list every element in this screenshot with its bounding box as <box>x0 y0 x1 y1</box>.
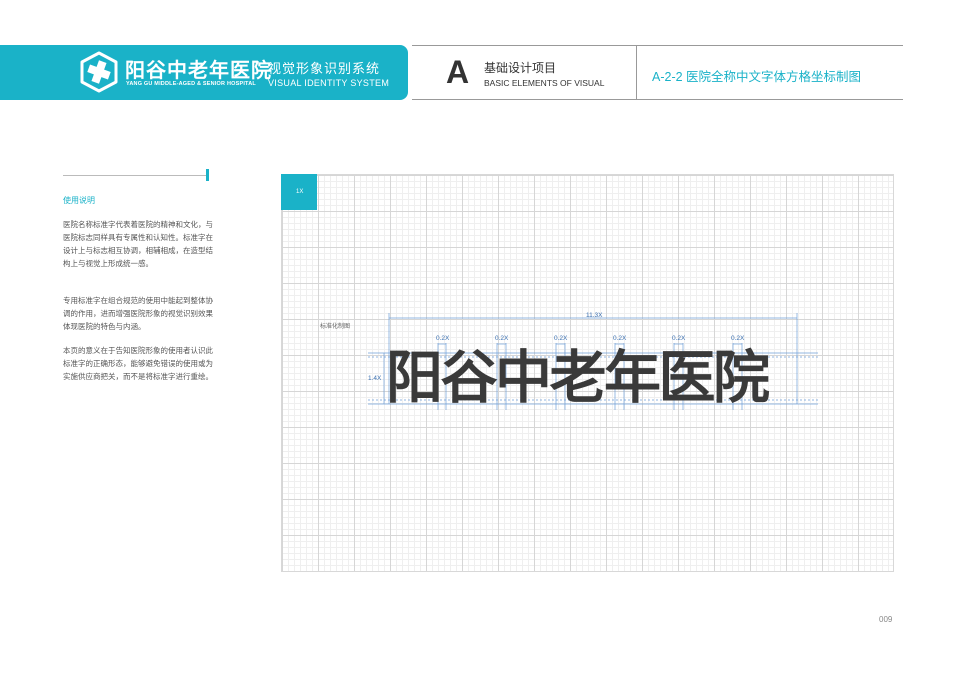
gap-dimension-label: 0.2X <box>495 335 509 342</box>
height-dimension-label: 1.4X <box>368 375 382 382</box>
dimension-lines <box>368 313 818 410</box>
gap-dimension-label: 0.2X <box>554 335 568 342</box>
gap-dimension-label: 0.2X <box>731 335 745 342</box>
gap-dimension-label: 0.2X <box>613 335 627 342</box>
gap-dimension-label: 0.2X <box>672 335 686 342</box>
page-number: 009 <box>879 615 893 624</box>
hospital-name-standard-characters: 阳谷中老年医院 <box>386 345 770 411</box>
gap-dimension-label: 0.2X <box>436 335 450 342</box>
width-dimension-label: 11.3X <box>586 312 603 319</box>
